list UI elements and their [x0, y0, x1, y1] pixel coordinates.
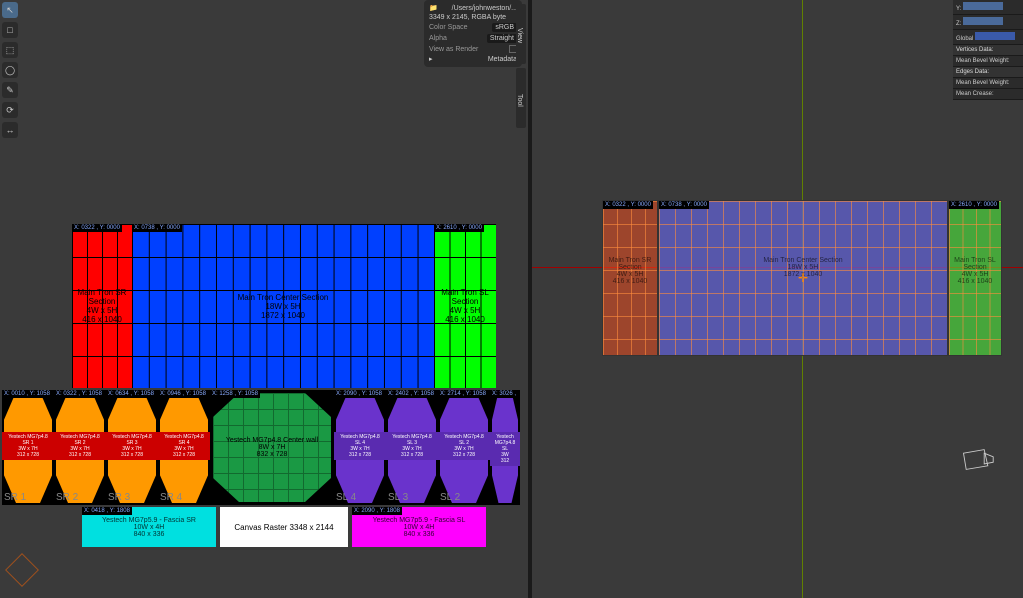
coord-sr1: X: 0010 , Y: 1058 [2, 390, 52, 398]
coord-sr4: X: 0946 , Y: 1058 [158, 390, 208, 398]
y-value[interactable] [963, 2, 1003, 10]
verts-bevel[interactable]: Mean Bevel Weight: [953, 56, 1023, 67]
tron-center-block: X: 0738 , Y: 0000 Main Tron Center Secti… [132, 224, 434, 388]
fascia-sr-block: X: 0418 , Y: 1808 Yestech MG7p5.9 - Fasc… [82, 507, 216, 547]
circle-select-tool[interactable]: ◯ [2, 62, 18, 78]
prop-global: Global [956, 36, 973, 42]
view-tab[interactable]: View [516, 4, 526, 64]
yestech-sl1: X: 3026 , Yestech MG7p4.8SL3W312 [490, 390, 520, 505]
coord-sl2: X: 2714 , Y: 1058 [438, 390, 488, 398]
folder-icon: 📁 [429, 4, 438, 12]
prop-z: Z: [956, 21, 961, 27]
tron-sr-px: 416 x 1040 [82, 315, 122, 324]
coord-tron-center: X: 0738 , Y: 0000 [132, 224, 182, 232]
tron-sr-title: Main Tron SR Section [72, 288, 132, 306]
alpha-dropdown[interactable]: Straight [487, 34, 517, 43]
box-select-tool[interactable]: □ [2, 22, 18, 38]
mean-crease[interactable]: Mean Crease: [953, 89, 1023, 100]
lasso-tool[interactable]: ⬚ [2, 42, 18, 58]
coord-uv-center: X: 0738 , Y: 0000 [659, 201, 709, 209]
coord-uv-sl: X: 2610 , Y: 0000 [949, 201, 999, 209]
cursor-3d-icon: ✛ [798, 271, 808, 285]
prop-y: Y: [956, 6, 961, 12]
camera-gizmo[interactable] [959, 446, 995, 478]
left-toolbar: ↖ □ ⬚ ◯ ✎ ⟳ ↔ [2, 2, 20, 138]
coord-tron-sl: X: 2610 , Y: 0000 [434, 224, 484, 232]
coord-sl3: X: 2402 , Y: 1058 [386, 390, 436, 398]
image-info-panel: 📁 /Users/johnweston/... 3349 x 2145, RGBA… [424, 0, 522, 67]
edges-header[interactable]: Edges Data: [953, 67, 1023, 78]
color-space-dropdown[interactable]: sRGB [492, 23, 517, 32]
tron-sl-title: Main Tron SL Section [434, 288, 496, 306]
edges-bevel[interactable]: Mean Bevel Weight: [953, 78, 1023, 89]
select-tool[interactable]: ↖ [2, 2, 18, 18]
alpha-label: Alpha [429, 35, 447, 42]
metadata-expand[interactable]: ▸ [429, 55, 433, 63]
properties-panel: Y: Z: Global Vertices Data: Mean Bevel W… [953, 0, 1023, 100]
view-render-label: View as Render [429, 46, 478, 53]
right-editor: ↖ □ ⬚ ✛ ✎ 📏 ▭ ▢ ▣ ⬡ ⬢ ○ △ ▲ ◆ ◇ ● ✦ ⬚ ❐ … [532, 0, 1023, 598]
tron-center-dims: 18W x 5H [265, 302, 300, 311]
coord-fascia-sl: X: 2090 , Y: 1808 [352, 507, 402, 515]
tron-center-title: Main Tron Center Section [238, 293, 329, 302]
metadata-label: Metadata [488, 56, 517, 63]
coord-tron-sr: X: 0322 , Y: 0000 [72, 224, 122, 232]
coord-fascia-sr: X: 0418 , Y: 1808 [82, 507, 132, 515]
left-editor: ↖ □ ⬚ ◯ ✎ ⟳ ↔ 📁 /Users/johnweston/... 334… [0, 0, 528, 598]
tron-center-px: 1872 x 1040 [261, 311, 305, 320]
yestech-sr4: X: 0946 , Y: 1058 Yestech MG7p4.8SR 43W … [158, 390, 210, 505]
color-space-label: Color Space [429, 24, 468, 31]
coord-sl4: X: 2090 , Y: 1058 [334, 390, 384, 398]
uv-center-block: X: 0738 , Y: 0000 Main Tron Center Secti… [658, 200, 948, 356]
yestech-sr2: X: 0322 , Y: 1058 Yestech MG7p4.8SR 23W … [54, 390, 106, 505]
yestech-sr1: X: 0010 , Y: 1058 Yestech MG7p4.8SR 13W … [2, 390, 54, 505]
origin-marker [5, 553, 39, 587]
tron-sl-px: 416 x 1040 [445, 315, 485, 324]
yestech-sl3: X: 2402 , Y: 1058 Yestech MG7p4.8SL 33W … [386, 390, 438, 505]
rotate-tool[interactable]: ⟳ [2, 102, 18, 118]
tron-sl-dims: 4W x 5H [450, 306, 481, 315]
coord-uv-sr: X: 0322 , Y: 0000 [603, 201, 653, 209]
yestech-sl2: X: 2714 , Y: 1058 Yestech MG7p4.8SL 23W … [438, 390, 490, 505]
canvas-raster-preview[interactable]: X: 0322 , Y: 0000 Main Tron SR Section 4… [14, 224, 524, 547]
yestech-sl4: X: 2090 , Y: 1058 Yestech MG7p4.8SL 43W … [334, 390, 386, 505]
file-path: /Users/johnweston/... [452, 5, 517, 12]
move-tool[interactable]: ↔ [2, 122, 18, 138]
tron-sl-block: X: 2610 , Y: 0000 Main Tron SL Section 4… [434, 224, 496, 388]
tron-sr-dims: 4W x 5H [87, 306, 118, 315]
fascia-sl-block: X: 2090 , Y: 1808 Yestech MG7p5.9 - Fasc… [352, 507, 486, 547]
image-dimensions: 3349 x 2145, RGBA byte [429, 14, 506, 21]
coord-sr3: X: 0634 , Y: 1058 [106, 390, 156, 398]
uv-sl-block: X: 2610 , Y: 0000 Main Tron SL Section4W… [948, 200, 1002, 356]
uv-sr-block: X: 0322 , Y: 0000 Main Tron SR Section4W… [602, 200, 658, 356]
coord-sr2: X: 0322 , Y: 1058 [54, 390, 104, 398]
center-wall-block: X: 1258 , Y: 1058 Yestech MG7p4.8 Center… [210, 390, 334, 505]
annotate-tool[interactable]: ✎ [2, 82, 18, 98]
coord-sl1: X: 3026 , [490, 390, 518, 398]
z-value[interactable] [963, 17, 1003, 25]
yestech-sr1-info: Yestech MG7p4.8SR 13W x 7H312 x 728 [2, 432, 54, 460]
tool-tab[interactable]: Tool [516, 68, 526, 128]
uv-mesh[interactable]: X: 0322 , Y: 0000 Main Tron SR Section4W… [602, 200, 1002, 360]
global-toggle[interactable] [975, 32, 1015, 40]
coord-centerwall: X: 1258 , Y: 1058 [210, 390, 260, 398]
tron-sr-block: X: 0322 , Y: 0000 Main Tron SR Section 4… [72, 224, 132, 388]
fascia-raster-block: Canvas Raster 3348 x 2144 [220, 507, 348, 547]
verts-header[interactable]: Vertices Data: [953, 45, 1023, 56]
yestech-sr3: X: 0634 , Y: 1058 Yestech MG7p4.8SR 33W … [106, 390, 158, 505]
